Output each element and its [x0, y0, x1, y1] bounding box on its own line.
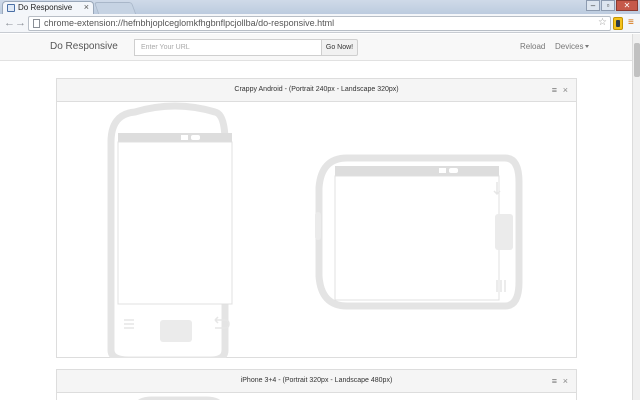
panel-title: iPhone 3+4 - (Portrait 320px - Landscape… [240, 377, 393, 384]
device-panel-crappy-android: Crappy Android - (Portrait 240px - Lands… [56, 78, 577, 364]
go-now-button[interactable]: Go Now! [321, 39, 358, 56]
home-key [495, 214, 513, 250]
browser-tab[interactable]: Do Responsive × [2, 1, 94, 14]
panel-body [57, 393, 576, 400]
device-preview-area [137, 396, 221, 400]
close-icon[interactable]: × [563, 375, 568, 387]
battery-icon [191, 135, 200, 140]
hamburger-menu-icon[interactable]: ≡ [552, 84, 557, 96]
address-bar[interactable]: chrome-extension://hefnbhjoplceglomkfhgb… [28, 16, 611, 31]
device-preview-area [107, 102, 523, 364]
tab-title: Do Responsive [18, 3, 73, 12]
landscape-status-bar [335, 166, 499, 176]
page-scrollbar[interactable] [632, 34, 640, 400]
reload-link[interactable]: Reload [520, 42, 545, 51]
close-icon[interactable]: × [563, 84, 568, 96]
minimize-button[interactable]: – [586, 0, 600, 11]
home-key [160, 320, 192, 342]
landscape-screen[interactable] [334, 175, 500, 301]
do-responsive-extension-icon[interactable] [613, 17, 623, 30]
bookmark-star-icon[interactable]: ☆ [598, 17, 607, 28]
browser-toolbar: ← → chrome-extension://hefnbhjoplceglomk… [0, 14, 640, 33]
hamburger-menu-icon[interactable]: ≡ [552, 375, 557, 387]
portrait-screen[interactable] [117, 141, 233, 305]
portrait-device [107, 102, 233, 364]
landscape-device [315, 154, 523, 310]
signal-icon [439, 168, 446, 173]
device-panel-iphone-3-4: iPhone 3+4 - (Portrait 320px - Landscape… [56, 369, 577, 400]
back-arrow-icon[interactable]: ← [4, 16, 15, 30]
panel-body [57, 102, 576, 364]
tab-close-icon[interactable]: × [84, 2, 89, 12]
portrait-status-bar [118, 133, 232, 142]
favicon-icon [7, 4, 15, 12]
address-url: chrome-extension://hefnbhjoplceglomkfhgb… [44, 18, 335, 28]
side-button [315, 212, 321, 240]
panel-header: Crappy Android - (Portrait 240px - Lands… [57, 79, 576, 102]
new-tab-button[interactable] [93, 2, 137, 14]
battery-icon [449, 168, 458, 173]
maximize-button[interactable]: ▫ [601, 0, 615, 11]
browser-titlebar: Do Responsive × – ▫ ✕ [0, 0, 640, 14]
chrome-menu-icon[interactable]: ≡ [628, 17, 634, 29]
brand-title[interactable]: Do Responsive [50, 41, 118, 52]
scrollbar-thumb[interactable] [634, 43, 640, 77]
panel-title: Crappy Android - (Portrait 240px - Lands… [234, 86, 399, 93]
devices-dropdown[interactable]: Devices [555, 42, 590, 51]
close-window-button[interactable]: ✕ [616, 0, 638, 11]
caret-down-icon [585, 45, 590, 48]
panel-header: iPhone 3+4 - (Portrait 320px - Landscape… [57, 370, 576, 393]
signal-icon [181, 135, 188, 140]
window-controls: – ▫ ✕ [585, 0, 638, 12]
devices-label: Devices [555, 42, 584, 51]
page-icon [33, 19, 40, 28]
url-input[interactable] [134, 39, 322, 56]
forward-arrow-icon[interactable]: → [15, 16, 26, 30]
app-navbar: Do Responsive Go Now! Reload Devices [0, 34, 632, 61]
